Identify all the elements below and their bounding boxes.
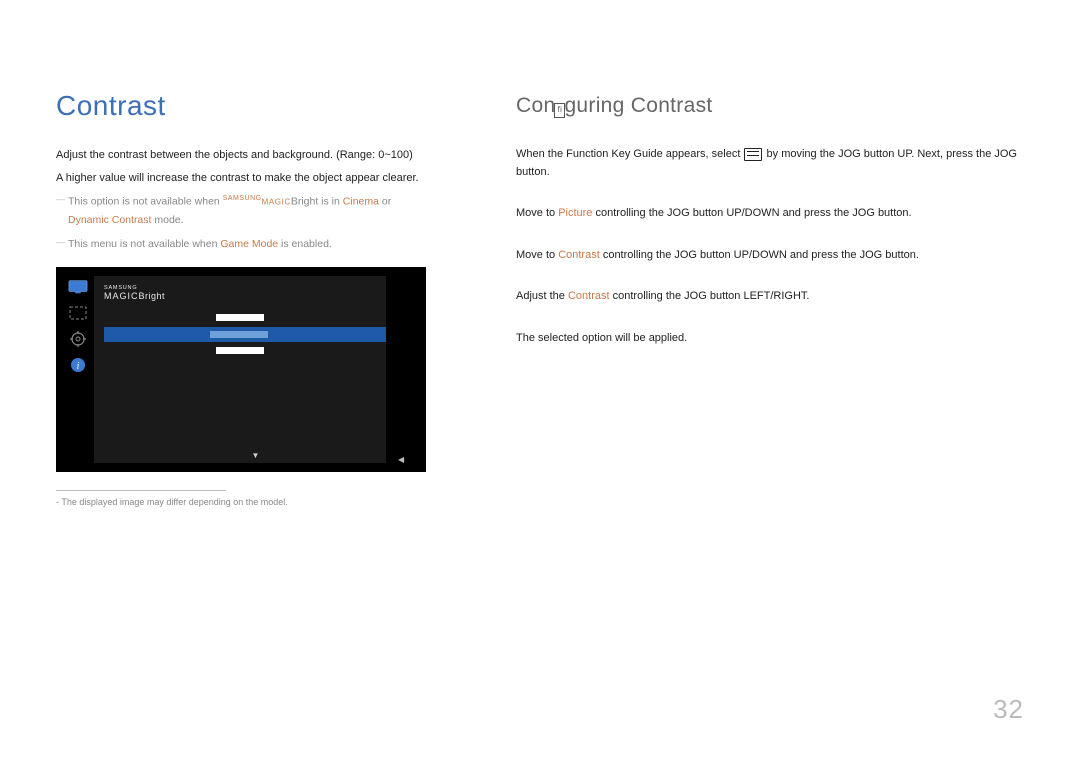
step-3: Move to Contrast controlling the JOG but… bbox=[516, 247, 1024, 265]
osd-menu-row bbox=[104, 311, 409, 325]
arrow-down-icon: ▼ bbox=[252, 451, 260, 460]
note-1: This option is not available when SAMSUN… bbox=[56, 193, 456, 229]
frame-icon bbox=[68, 305, 88, 321]
footnote: - The displayed image may differ dependi… bbox=[56, 497, 456, 507]
page-number: 32 bbox=[993, 694, 1024, 725]
osd-menu-row bbox=[104, 344, 409, 358]
osd-menu-title: SAMSUNG MAGICBright bbox=[104, 286, 409, 301]
description-line-1: Adjust the contrast between the objects … bbox=[56, 146, 456, 165]
osd-menu-panel: SAMSUNG MAGICBright ▶ ▼ bbox=[94, 276, 417, 463]
step-5: The selected option will be applied. bbox=[516, 330, 1024, 348]
description-line-2: A higher value will increase the contras… bbox=[56, 169, 456, 188]
svg-text:i: i bbox=[77, 361, 80, 372]
step-4: Adjust the Contrast controlling the JOG … bbox=[516, 288, 1024, 306]
gear-icon bbox=[68, 331, 88, 347]
osd-right-strip: ◀ bbox=[386, 267, 426, 472]
osd-menu-row-selected bbox=[104, 327, 409, 342]
note-2: This menu is not available when Game Mod… bbox=[56, 236, 456, 254]
page-title: Contrast bbox=[56, 90, 456, 122]
osd-menu-row bbox=[104, 376, 409, 390]
step-1: When the Function Key Guide appears, sel… bbox=[516, 146, 1024, 181]
arrow-left-icon: ◀ bbox=[398, 455, 404, 464]
step-2: Move to Picture controlling the JOG butt… bbox=[516, 205, 1024, 223]
osd-menu-row bbox=[104, 360, 409, 374]
menu-icon bbox=[744, 148, 762, 161]
footnote-divider bbox=[56, 490, 226, 491]
info-icon: i bbox=[68, 357, 88, 373]
osd-menu-row bbox=[104, 392, 409, 406]
osd-screenshot: i SAMSUNG MAGICBright ▶ ▼ bbox=[56, 267, 426, 472]
section-heading: Configuring Contrast bbox=[516, 94, 1024, 118]
monitor-icon bbox=[68, 279, 88, 295]
